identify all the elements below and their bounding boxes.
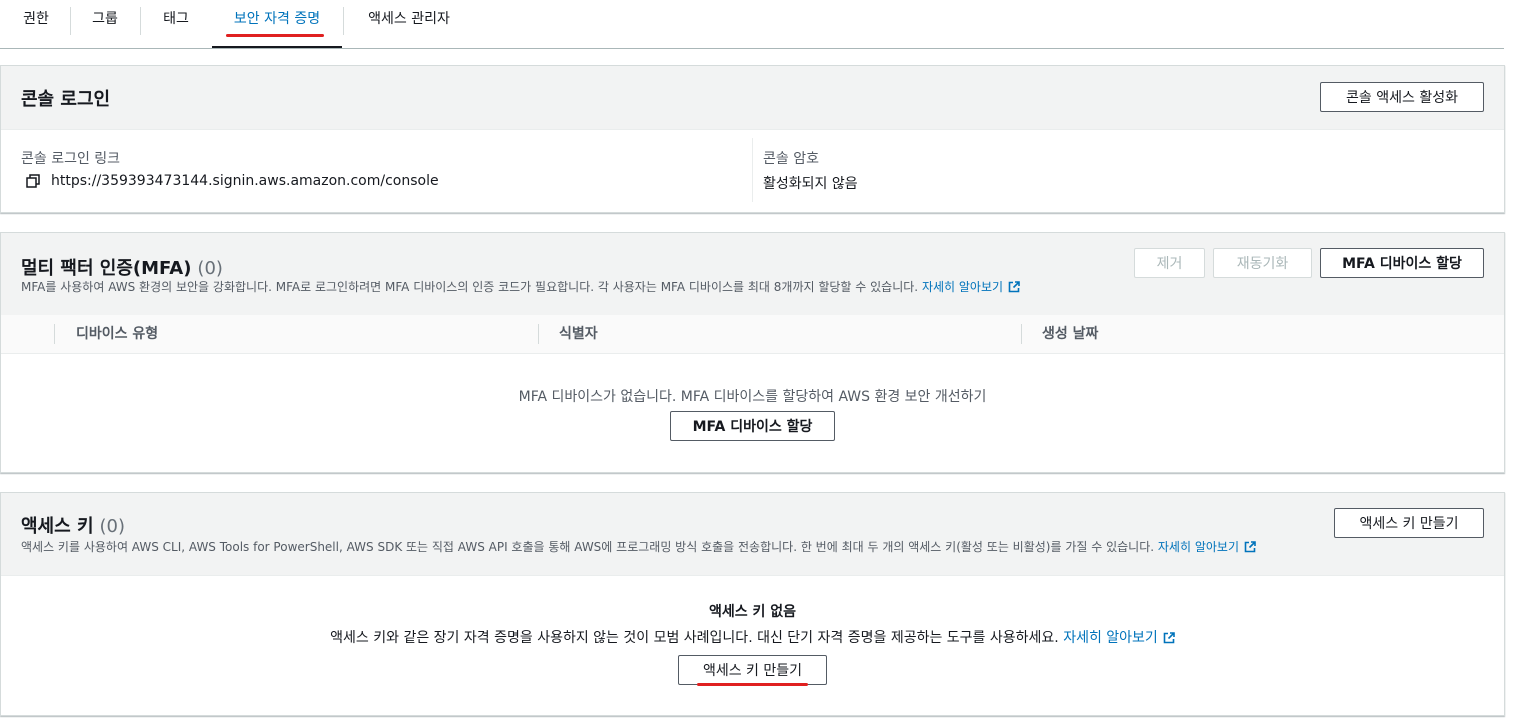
mfa-learn-more-link[interactable]: 자세히 알아보기 (922, 280, 1003, 294)
mfa-table-header: 디바이스 유형 식별자 생성 날짜 (1, 315, 1504, 354)
assign-mfa-button[interactable]: MFA 디바이스 할당 (1320, 248, 1484, 278)
tab-groups[interactable]: 그룹 (76, 0, 134, 48)
access-keys-description: 액세스 키를 사용하여 AWS CLI, AWS Tools for Power… (21, 538, 1256, 555)
access-keys-description-text: 액세스 키를 사용하여 AWS CLI, AWS Tools for Power… (21, 540, 1155, 554)
console-login-header: 콘솔 로그인 콘솔 액세스 활성화 (1, 66, 1504, 130)
console-login-link-label: 콘솔 로그인 링크 (21, 151, 121, 167)
access-keys-empty-learn-more-link[interactable]: 자세히 알아보기 (1063, 630, 1158, 646)
copy-icon[interactable] (25, 173, 41, 189)
tab-divider (140, 7, 141, 35)
column-identifier[interactable]: 식별자 (559, 315, 598, 353)
mfa-empty-text: MFA 디바이스가 없습니다. MFA 디바이스를 할당하여 AWS 환경 보안… (518, 389, 987, 405)
console-login-panel: 콘솔 로그인 콘솔 액세스 활성화 콘솔 로그인 링크 https://3593… (0, 65, 1505, 213)
enable-console-access-button[interactable]: 콘솔 액세스 활성화 (1320, 82, 1484, 112)
console-password-label: 콘솔 암호 (763, 151, 819, 167)
annotation-underline (697, 683, 808, 686)
column-created-date[interactable]: 생성 날짜 (1042, 315, 1098, 353)
access-keys-panel: 액세스 키 (0) 액세스 키를 사용하여 AWS CLI, AWS Tools … (0, 492, 1505, 716)
access-keys-empty-text-body: 액세스 키와 같은 장기 자격 증명을 사용하지 않는 것이 모범 사례입니다.… (330, 630, 1059, 646)
access-keys-header: 액세스 키 (0) 액세스 키를 사용하여 AWS CLI, AWS Tools … (1, 493, 1504, 576)
console-password-value: 활성화되지 않음 (763, 176, 858, 192)
mfa-title-text: 멀티 팩터 인증(MFA) (21, 258, 192, 279)
tab-bar: 권한 그룹 태그 보안 자격 증명 액세스 관리자 (0, 0, 1504, 49)
tab-access-advisor[interactable]: 액세스 관리자 (350, 0, 468, 48)
remove-mfa-button[interactable]: 제거 (1134, 248, 1205, 278)
access-keys-learn-more-link[interactable]: 자세히 알아보기 (1158, 540, 1239, 554)
tab-security-credentials[interactable]: 보안 자격 증명 (212, 0, 342, 48)
column-device-type[interactable]: 디바이스 유형 (76, 315, 158, 353)
console-login-link-value: https://359393473144.signin.aws.amazon.c… (51, 173, 439, 189)
annotation-underline (226, 34, 324, 37)
mfa-count: (0) (197, 258, 223, 279)
column-divider (54, 324, 55, 344)
external-link-icon[interactable] (1163, 632, 1175, 644)
access-keys-empty-text: 액세스 키와 같은 장기 자격 증명을 사용하지 않는 것이 모범 사례입니다.… (1, 627, 1504, 647)
create-access-key-button[interactable]: 액세스 키 만들기 (1334, 508, 1484, 538)
mfa-title: 멀티 팩터 인증(MFA) (0) (21, 254, 223, 280)
access-keys-title: 액세스 키 (0) (21, 512, 125, 538)
resync-mfa-button[interactable]: 재동기화 (1213, 248, 1312, 278)
assign-mfa-empty-button[interactable]: MFA 디바이스 할당 (670, 411, 835, 441)
tab-divider (70, 7, 71, 35)
tab-divider (343, 7, 344, 35)
access-keys-title-text: 액세스 키 (21, 516, 94, 537)
column-divider (752, 138, 753, 202)
external-link-icon[interactable] (1244, 541, 1256, 553)
access-keys-count: (0) (99, 516, 126, 537)
column-divider (538, 324, 539, 344)
mfa-panel: 멀티 팩터 인증(MFA) (0) MFA를 사용하여 AWS 환경의 보안을 강… (0, 232, 1505, 473)
access-keys-empty-title: 액세스 키 없음 (708, 604, 797, 620)
console-login-title: 콘솔 로그인 (21, 89, 111, 110)
mfa-description: MFA를 사용하여 AWS 환경의 보안을 강화합니다. MFA로 로그인하려면… (21, 278, 1020, 295)
tab-tags[interactable]: 태그 (146, 0, 206, 48)
tab-permissions[interactable]: 권한 (8, 0, 64, 48)
mfa-header: 멀티 팩터 인증(MFA) (0) MFA를 사용하여 AWS 환경의 보안을 강… (1, 233, 1504, 316)
mfa-description-text: MFA를 사용하여 AWS 환경의 보안을 강화합니다. MFA로 로그인하려면… (21, 280, 919, 294)
external-link-icon[interactable] (1008, 281, 1020, 293)
create-access-key-empty-button[interactable]: 액세스 키 만들기 (678, 655, 827, 685)
column-divider (1021, 324, 1022, 344)
